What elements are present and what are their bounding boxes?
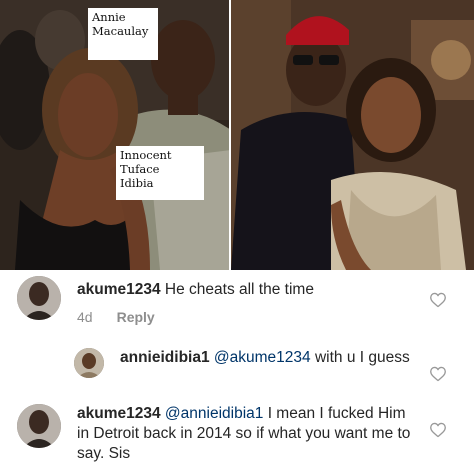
avatar-image <box>74 348 104 378</box>
innocent-label: Innocent Tuface Idibia <box>116 146 204 200</box>
comment-body: He cheats all the time <box>160 281 314 298</box>
comment-text: akume1234 He cheats all the time <box>77 280 417 300</box>
avatar[interactable] <box>17 276 61 320</box>
annie-label: Annie Macaulay <box>88 8 158 60</box>
comment-text: akume1234 @annieidibia1 I mean I fucked … <box>77 404 417 464</box>
annie-label-line2: Macaulay <box>92 24 149 38</box>
comment-time: 4d <box>77 309 93 325</box>
comment-username[interactable]: annieidibia1 <box>120 349 210 366</box>
comment-meta: 4d Reply <box>77 309 155 325</box>
recent-couple-photo <box>231 0 474 270</box>
comment-text: annieidibia1 @akume1234 with u I guess <box>120 348 410 368</box>
avatar[interactable] <box>74 348 104 378</box>
comment-item: akume1234 He cheats all the time 4d Reply <box>0 270 474 340</box>
recent-photo-illustration <box>231 0 474 270</box>
comment-mention[interactable]: @annieidibia1 <box>165 405 263 422</box>
avatar-image <box>17 276 61 320</box>
comment-username[interactable]: akume1234 <box>77 405 161 422</box>
reply-button[interactable]: Reply <box>117 309 155 325</box>
avatar[interactable] <box>17 404 61 448</box>
comment-mention[interactable]: @akume1234 <box>214 349 311 366</box>
comment-username[interactable]: akume1234 <box>77 281 161 298</box>
annie-label-line1: Annie <box>92 10 126 24</box>
heart-outline-icon[interactable] <box>429 292 447 308</box>
avatar-image <box>17 404 61 448</box>
heart-outline-icon[interactable] <box>429 422 447 438</box>
photo-collage[interactable]: Annie Macaulay Innocent Tuface Idibia <box>0 0 474 270</box>
comment-body: with u I guess <box>310 349 410 366</box>
innocent-label-line1: Innocent <box>120 148 172 162</box>
heart-outline-icon[interactable] <box>429 366 447 382</box>
comments-section: akume1234 He cheats all the time 4d Reply… <box>0 270 474 474</box>
reply-comment-item: annieidibia1 @akume1234 with u I guess <box>0 342 474 397</box>
innocent-label-line3: Idibia <box>120 176 154 190</box>
comment-item: akume1234 @annieidibia1 I mean I fucked … <box>0 400 474 474</box>
innocent-label-line2: Tuface <box>120 162 160 176</box>
